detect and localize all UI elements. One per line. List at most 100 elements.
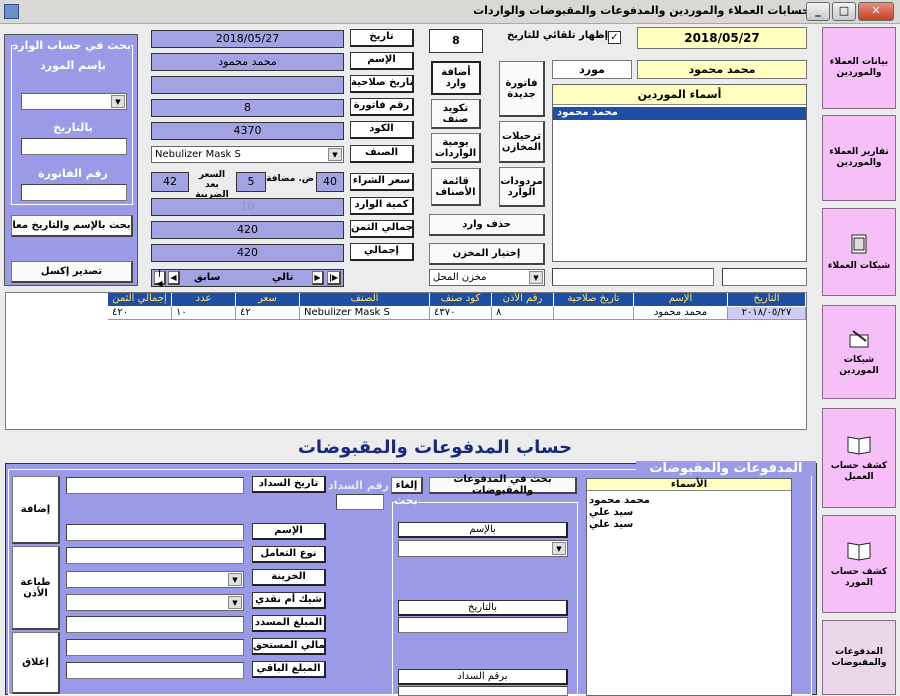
close-payments-button[interactable]: إغلاق (12, 632, 60, 694)
extra-input-1[interactable] (552, 268, 714, 286)
tax-field[interactable]: 5 (236, 172, 266, 192)
qty-field[interactable]: 10 (151, 198, 344, 216)
deal-type-input[interactable] (66, 547, 244, 564)
search-group-title: بحث في حساب الوارد (12, 39, 131, 52)
column-header[interactable]: عدد (172, 293, 236, 306)
sidebar-item-customer-checks[interactable]: شيكات العملاء (822, 208, 896, 296)
date-search-input[interactable] (21, 138, 127, 155)
expiry-field[interactable] (151, 76, 344, 94)
suppliers-list[interactable]: أسماء الموردين محمد محمود (552, 84, 807, 262)
table-cell[interactable]: ٨ (492, 307, 554, 320)
list-item[interactable]: سيد علي (587, 519, 633, 530)
categories-list-button[interactable]: قائمة الأصناف (431, 168, 481, 206)
extra-input-2[interactable] (722, 268, 807, 286)
minimize-button[interactable]: _ (806, 2, 830, 21)
first-record-icon[interactable]: |◀ (154, 268, 166, 288)
table-cell[interactable]: ٤٣٧٠ (430, 307, 492, 320)
column-header[interactable]: رقم الأذن (492, 293, 554, 306)
cancel-button[interactable]: إلغاء (391, 477, 423, 494)
supplier-select[interactable]: ▼ (21, 93, 127, 110)
book-icon (847, 436, 871, 455)
payment-date-search-input[interactable] (398, 617, 568, 633)
qty-label: كمية الوارد (350, 197, 414, 215)
app-icon (4, 4, 19, 19)
total-price-field[interactable]: 420 (151, 221, 344, 239)
by-name-label: بالإسم (398, 522, 568, 538)
payment-date-input[interactable] (66, 477, 244, 494)
payments-panel: المدفوعات والمقبوضات الأسماء محمد محمود … (5, 461, 817, 696)
payments-section-title: حساب المدفوعات والمقبوضات (297, 437, 573, 458)
column-header[interactable]: الصنف (300, 293, 430, 306)
code-field[interactable]: 4370 (151, 122, 344, 140)
date-field[interactable]: 2018/05/27 (151, 30, 344, 48)
column-header[interactable]: كود صنف (430, 293, 492, 306)
next-record-icon[interactable]: ▶ (312, 271, 324, 285)
check-or-cash-label: شيك أم نقدي (252, 592, 326, 609)
sidebar-item-customer-statement[interactable]: كشف حساب العميل (822, 408, 896, 508)
new-invoice-button[interactable]: فاتورة جديدة (499, 61, 545, 117)
remaining-input[interactable] (66, 662, 244, 679)
add-incoming-button[interactable]: أضافة وارد (431, 61, 481, 95)
incoming-returns-button[interactable]: مردودات الوارد (499, 167, 545, 207)
column-header[interactable]: تاريخ صلاحية (554, 293, 634, 306)
list-item[interactable]: محمد محمود (587, 495, 650, 506)
choose-store-button[interactable]: إختيار المخزن (429, 243, 545, 265)
total-due-input[interactable] (66, 639, 244, 656)
last-record-icon[interactable]: ▶| (327, 271, 341, 285)
column-header[interactable]: سعر (236, 293, 300, 306)
check-or-cash-select[interactable]: ▼ (66, 594, 244, 611)
table-cell[interactable]: ٤٢٠ (108, 307, 172, 320)
sidebar-item-supplier-statement[interactable]: كشف حساب المورد (822, 515, 896, 613)
buy-price-field[interactable]: 40 (316, 172, 344, 192)
payments-search-button[interactable]: بحث في المدفوعات والمقبوضات (429, 474, 577, 496)
incoming-grid[interactable]: التاريخ الإسم تاريخ صلاحية رقم الأذن كود… (5, 292, 807, 430)
table-cell[interactable]: ١٠ (172, 307, 236, 320)
close-button[interactable]: ✕ (858, 2, 894, 21)
chevron-down-icon: ▼ (228, 596, 242, 609)
title-bar: حسابات العملاء والموردين والمدفوعات والم… (0, 0, 900, 24)
after-tax-field[interactable]: 42 (151, 172, 189, 192)
store-transfers-button[interactable]: ترحيلات المخازن (499, 121, 545, 163)
search-both-button[interactable]: بحث بالإسم والتاريخ معا (11, 215, 133, 237)
payment-name-input[interactable] (66, 524, 244, 541)
supplier-name-display: محمد محمود (637, 60, 807, 79)
total-field[interactable]: 420 (151, 244, 344, 262)
total-label: إجمالي (350, 243, 414, 261)
sidebar-item-supplier-checks[interactable]: شيكات الموردين (822, 305, 896, 399)
export-excel-button[interactable]: تصدير إكسل (11, 261, 133, 283)
after-tax-label: السعر بعد الضريبة (195, 170, 229, 200)
sidebar-item-customers-data[interactable]: بيانات العملاء والموردين (822, 27, 896, 109)
table-cell[interactable]: ٢٠١٨/٠٥/٢٧ (728, 307, 806, 320)
column-header[interactable]: إجمالي الثمن (108, 293, 172, 306)
invoice-field[interactable]: 8 (151, 99, 344, 117)
print-permit-button[interactable]: طباعة الأذن (12, 546, 60, 630)
table-cell[interactable]: محمد محمود (634, 307, 728, 320)
delete-incoming-button[interactable]: حذف وارد (429, 214, 545, 236)
list-item[interactable]: محمد محمود (553, 107, 806, 120)
category-code-button[interactable]: تكويد صنف (431, 99, 481, 129)
payment-name-select[interactable]: ▼ (398, 540, 568, 557)
name-field[interactable]: محمد محمود (151, 53, 344, 71)
paid-amount-input[interactable] (66, 616, 244, 633)
table-cell[interactable]: ٤٢ (236, 307, 300, 320)
category-select[interactable]: Nebulizer Mask S ▼ (151, 146, 344, 163)
store-select[interactable]: مخزن المحل ▼ (429, 269, 545, 286)
daily-incoming-button[interactable]: يومية الواردات (431, 133, 481, 163)
book-icon (847, 542, 871, 561)
payment-no-label: رقم السداد (328, 479, 389, 492)
sidebar-item-customers-reports[interactable]: تقارير العملاء والموردين (822, 115, 896, 201)
list-item[interactable]: سيد علي (587, 507, 633, 518)
maximize-button[interactable]: □ (832, 2, 856, 21)
table-cell[interactable] (554, 307, 634, 320)
payment-names-list[interactable]: الأسماء محمد محمود سيد علي سيد علي (586, 478, 792, 696)
payment-no-input[interactable] (336, 494, 384, 510)
column-header[interactable]: الإسم (634, 293, 728, 306)
treasury-select[interactable]: ▼ (66, 571, 244, 588)
add-payment-button[interactable]: إضافة (12, 476, 60, 544)
table-cell[interactable]: Nebulizer Mask S (300, 307, 430, 320)
column-header[interactable]: التاريخ (728, 293, 806, 306)
auto-show-checkbox[interactable]: ✓ (608, 31, 621, 44)
invoice-search-input[interactable] (21, 184, 127, 201)
sidebar-item-payments[interactable]: المدفوعات والمقبوضات (822, 620, 896, 695)
prev-record-icon[interactable]: ◀ (168, 271, 180, 285)
